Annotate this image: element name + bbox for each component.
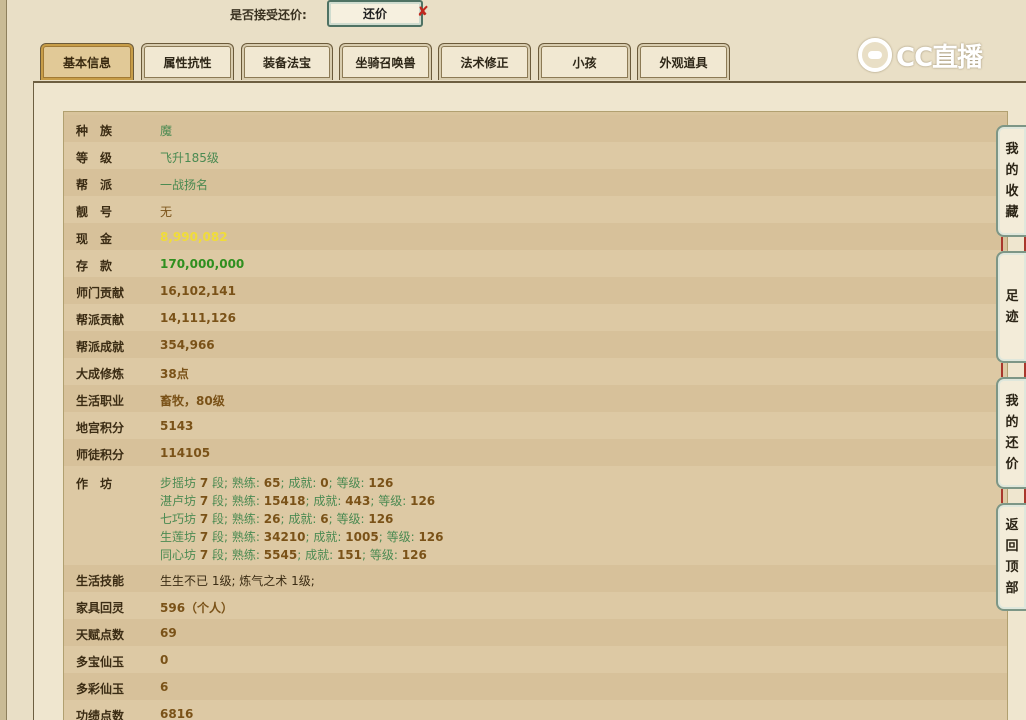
row-key: 生活技能 xyxy=(76,574,125,588)
row-value: 一战扬名 xyxy=(160,178,209,192)
cc-logo-icon xyxy=(858,38,892,72)
row-value: 14,111,126 xyxy=(160,311,236,325)
row-key: 多宝仙玉 xyxy=(76,655,125,669)
row-workshop: 作 坊 步摇坊 7 段; 熟练: 65; 成就: 0; 等级: 126 湛卢坊 … xyxy=(64,466,1007,565)
row-life-skills: 生活技能 生生不已 1级; 炼气之术 1级; xyxy=(64,565,1007,592)
workshop-item: 同心坊 7 段; 熟练: 5545; 成就: 151; 等级: 126 xyxy=(160,548,427,562)
row-value: 5143 xyxy=(160,419,194,433)
row-merit-points: 功绩点数 6816 xyxy=(64,700,1007,720)
row-value: 飞升185级 xyxy=(160,151,219,165)
row-key: 天赋点数 xyxy=(76,628,125,642)
offer-bar: 是否接受还价: 还价 ✘ xyxy=(0,0,1026,30)
workshop-item: 步摇坊 7 段; 熟练: 65; 成就: 0; 等级: 126 xyxy=(160,476,394,490)
row-guild: 帮 派 一战扬名 xyxy=(64,169,1007,196)
tab-attributes[interactable]: 属性抗性 xyxy=(141,43,234,80)
offer-label: 是否接受还价: xyxy=(230,8,307,22)
footprints-button[interactable]: 足迹 xyxy=(996,251,1026,363)
tab-appearance[interactable]: 外观道具 xyxy=(637,43,730,80)
workshop-item: 七巧坊 7 段; 熟练: 26; 成就: 6; 等级: 126 xyxy=(160,512,394,526)
counter-offer-button[interactable]: 还价 xyxy=(327,0,423,27)
left-border xyxy=(0,0,7,720)
tab-mounts-pets[interactable]: 坐骑召唤兽 xyxy=(339,43,432,80)
side-connector xyxy=(1001,237,1026,251)
row-key: 大成修炼 xyxy=(76,367,125,381)
row-guild-achievement: 帮派成就 354,966 xyxy=(64,331,1007,358)
tab-basic-info[interactable]: 基本信息 xyxy=(40,43,134,80)
row-value: 38点 xyxy=(160,367,189,381)
row-mentor-points: 师徒积分 114105 xyxy=(64,439,1007,466)
row-value: 6816 xyxy=(160,707,194,720)
row-value: 魔 xyxy=(160,124,173,138)
row-key: 地宫积分 xyxy=(76,421,125,435)
row-value: 114105 xyxy=(160,446,211,460)
row-deposit: 存 款 170,000,000 xyxy=(64,250,1007,277)
row-key: 帮派成就 xyxy=(76,340,125,354)
workshop-item: 湛卢坊 7 段; 熟练: 15418; 成就: 443; 等级: 126 xyxy=(160,494,436,508)
row-key: 师门贡献 xyxy=(76,286,125,300)
workshop-item: 生莲坊 7 段; 熟练: 34210; 成就: 1005; 等级: 126 xyxy=(160,530,444,544)
close-icon[interactable]: ✘ xyxy=(417,4,429,20)
row-life-job: 生活职业 畜牧，80级 xyxy=(64,385,1007,412)
row-key: 帮 派 xyxy=(76,178,113,192)
row-key: 帮派贡献 xyxy=(76,313,125,327)
row-key: 现 金 xyxy=(76,232,113,246)
tab-spell-mods[interactable]: 法术修正 xyxy=(438,43,531,80)
logo-text: CC直播 xyxy=(896,42,983,73)
row-cultivation: 大成修炼 38点 xyxy=(64,358,1007,385)
row-key: 等 级 xyxy=(76,151,113,165)
row-cash: 现 金 8,990,082 xyxy=(64,223,1007,250)
row-value: 69 xyxy=(160,626,177,640)
tab-equipment[interactable]: 装备法宝 xyxy=(241,43,333,80)
row-key: 家具回灵 xyxy=(76,601,125,615)
row-value: 354,966 xyxy=(160,338,215,352)
row-key: 作 坊 xyxy=(76,477,113,491)
row-dungeon-points: 地宫积分 5143 xyxy=(64,412,1007,439)
row-value: 6 xyxy=(160,680,169,694)
side-connector xyxy=(1001,489,1026,503)
back-to-top-button[interactable]: 返回顶部 xyxy=(996,503,1026,611)
tab-children[interactable]: 小孩 xyxy=(538,43,631,80)
row-value: 生生不已 1级; 炼气之术 1级; xyxy=(160,574,315,588)
row-talent-points: 天赋点数 69 xyxy=(64,619,1007,646)
row-key: 多彩仙玉 xyxy=(76,682,125,696)
row-vanity-id: 靓 号 无 xyxy=(64,196,1007,223)
row-furniture: 家具回灵 596（个人） xyxy=(64,592,1007,619)
row-key: 师徒积分 xyxy=(76,448,125,462)
row-key: 功绩点数 xyxy=(76,709,125,720)
row-duobao-jade: 多宝仙玉 0 xyxy=(64,646,1007,673)
row-key: 生活职业 xyxy=(76,394,125,408)
row-race: 种 族 魔 xyxy=(64,115,1007,142)
row-school-contrib: 师门贡献 16,102,141 xyxy=(64,277,1007,304)
workshop-list: 步摇坊 7 段; 熟练: 65; 成就: 0; 等级: 126 湛卢坊 7 段;… xyxy=(160,474,444,564)
side-connector xyxy=(1001,363,1026,377)
row-key: 种 族 xyxy=(76,124,113,138)
basic-info-table: 种 族 魔 等 级 飞升185级 帮 派 一战扬名 靓 号 无 现 金 8,99… xyxy=(63,111,1008,720)
my-offers-button[interactable]: 我的还价 xyxy=(996,377,1026,489)
row-value: 16,102,141 xyxy=(160,284,236,298)
row-key: 靓 号 xyxy=(76,205,113,219)
row-key: 存 款 xyxy=(76,259,113,273)
row-value: 0 xyxy=(160,653,169,667)
row-value: 无 xyxy=(160,205,173,219)
row-duocai-jade: 多彩仙玉 6 xyxy=(64,673,1007,700)
row-value: 8,990,082 xyxy=(160,230,228,244)
row-level: 等 级 飞升185级 xyxy=(64,142,1007,169)
row-value: 畜牧，80级 xyxy=(160,394,225,408)
row-value: 170,000,000 xyxy=(160,257,245,271)
my-favorites-button[interactable]: 我的收藏 xyxy=(996,125,1026,237)
cc-live-logo: CC直播 xyxy=(858,35,983,75)
row-guild-contrib: 帮派贡献 14,111,126 xyxy=(64,304,1007,331)
row-value: 596（个人） xyxy=(160,601,234,615)
